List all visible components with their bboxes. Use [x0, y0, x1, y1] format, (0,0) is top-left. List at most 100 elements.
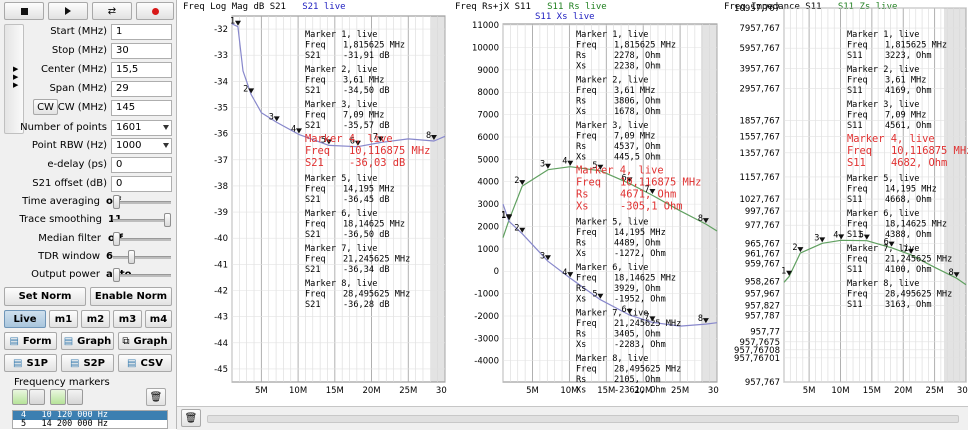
graph-copy-button[interactable]: ⧉ Graph — [118, 332, 172, 350]
s11-impedance-chart[interactable]: 5M 10M 15M 20M 25M 30M 10957,767 7957,767 5957,7… — [720, 0, 968, 406]
marker-readout-key: S11 — [847, 300, 863, 310]
marker-readout-key: S11 — [847, 265, 863, 275]
y-tick-label: 1027,767 — [739, 195, 780, 205]
s21-offset-input[interactable]: 0 — [111, 176, 172, 192]
export-s1p-button[interactable]: ▤ S1P — [4, 354, 57, 372]
y-tick-label: 0 — [494, 267, 499, 277]
bottom-delete-button[interactable]: 🗑 — [181, 409, 201, 427]
continuous-sweep-button[interactable]: ⇄ — [92, 2, 132, 20]
mode-m3-button[interactable]: m3 — [113, 310, 142, 328]
points-select[interactable]: 1601 — [111, 120, 172, 136]
start-freq-input[interactable]: 1 — [111, 24, 172, 40]
x-tick-label: 20M — [362, 386, 380, 396]
sidebar-collapse-handle[interactable]: ▶ ▶ ▶ — [4, 24, 24, 134]
mode-live-button[interactable]: Live — [4, 310, 46, 328]
rbw-label: Point RBW (Hz) — [31, 140, 107, 151]
x-tick-label: 30M — [708, 386, 719, 396]
marker-2 — [248, 88, 255, 94]
output-power-thumb[interactable] — [113, 268, 120, 282]
marker-readout-value: 3,61 MHz — [343, 76, 384, 86]
single-sweep-button[interactable] — [48, 2, 88, 20]
marker-toggle-4[interactable] — [67, 389, 83, 405]
median-filter-slider[interactable] — [113, 238, 171, 241]
x-tick-label: 15M — [597, 386, 615, 396]
time-averaging-thumb[interactable] — [113, 195, 120, 209]
marker-label-5: 5 — [592, 290, 597, 300]
marker-readout-key: S21 — [305, 86, 321, 96]
horizontal-scrollbar[interactable] — [207, 415, 959, 423]
enable-norm-button[interactable]: Enable Norm — [90, 287, 172, 306]
trace-smoothing-thumb[interactable] — [164, 213, 171, 227]
record-icon — [151, 7, 159, 15]
time-averaging-slider[interactable] — [113, 201, 171, 204]
y-tick-label: 3957,767 — [739, 64, 780, 74]
record-button[interactable] — [136, 2, 174, 20]
y-tick-label: -4000 — [474, 357, 499, 367]
marker-toggle-2[interactable] — [29, 389, 45, 405]
delete-marker-button[interactable]: 🗑 — [146, 388, 166, 406]
marker-readout-key: Freq — [305, 111, 326, 121]
y-tick-label: -43 — [214, 313, 228, 323]
tdr-window-thumb[interactable] — [128, 250, 136, 264]
set-norm-button[interactable]: Set Norm — [4, 287, 86, 306]
trace-smoothing-slider[interactable] — [113, 219, 171, 222]
marker-readout-key: Rs — [576, 330, 586, 340]
output-power-slider[interactable] — [113, 274, 171, 277]
cw-button[interactable]: CW — [33, 99, 58, 115]
marker-readout-value: 4668, Ohm — [885, 195, 932, 205]
center-freq-input[interactable]: 15,5 — [111, 62, 172, 78]
marker-readout-value: 4169, Ohm — [885, 86, 932, 96]
form-button[interactable]: ▤ Form — [4, 332, 57, 350]
frequency-markers-title: Frequency markers — [14, 377, 110, 388]
cw-freq-input[interactable]: 145 — [111, 100, 172, 116]
stop-label: Stop (MHz) — [51, 45, 107, 56]
y-tick-label: 10957,767 — [734, 4, 780, 14]
marker-readout-value: 4561, Ohm — [885, 121, 932, 131]
output-power-label: Output power — [31, 269, 100, 280]
marker-readout-key: Freq — [847, 41, 868, 51]
mode-m4-button[interactable]: m4 — [145, 310, 172, 328]
x-tick-label: 10M — [831, 386, 849, 396]
graph-icon: ▤ — [63, 335, 74, 347]
tdr-window-slider[interactable] — [113, 256, 171, 259]
marker-readout-value: 4489, Ohm — [614, 239, 661, 249]
graph-button[interactable]: ▤ Graph — [61, 332, 114, 350]
swap-icon: ⇄ — [107, 5, 117, 17]
marker-label-4: 4 — [562, 157, 567, 167]
span-freq-input[interactable]: 29 — [111, 81, 172, 97]
marker-readout-title: Marker 8, live — [847, 279, 919, 289]
trash-icon: 🗑 — [149, 391, 163, 403]
edelay-input[interactable]: 0 — [111, 157, 172, 173]
marker-readout-title: Marker 3, live — [847, 100, 919, 110]
stop-freq-input[interactable]: 30 — [111, 43, 172, 59]
median-filter-thumb[interactable] — [113, 232, 120, 246]
marker-readout-value: 21,245625 MHz — [343, 255, 410, 265]
file-icon: ▤ — [13, 357, 23, 369]
mode-m1-button[interactable]: m1 — [49, 310, 78, 328]
csv-label: CSV — [140, 357, 163, 369]
marker-readout-value: 4388, Ohm — [885, 230, 932, 240]
export-s2p-button[interactable]: ▤ S2P — [61, 354, 114, 372]
marker-readout-key: Freq — [576, 177, 601, 189]
marker-readout-value: 7,09 MHz — [885, 111, 926, 121]
marker-toggle-3[interactable] — [50, 389, 66, 405]
marker-toggle-1[interactable] — [12, 389, 28, 405]
marker-readout-key: Xs — [576, 153, 586, 163]
x-tick-label: 30M — [436, 386, 447, 396]
marker-list[interactable]: 4 10 120 000 Hz 5 14 200 000 Hz — [12, 410, 168, 429]
y-tick-label: 1857,767 — [739, 117, 780, 127]
export-csv-button[interactable]: ▤ CSV — [118, 354, 172, 372]
s21-logmag-chart[interactable]: 5M 10M 15M 20M 25M 30M -32 -33 -34 -35 -36 -37 -38 -3… — [177, 0, 447, 406]
mode-m2-button[interactable]: m2 — [81, 310, 110, 328]
stop-sweep-button[interactable] — [4, 2, 44, 20]
marker-list-item[interactable]: 5 14 200 000 Hz — [13, 420, 167, 429]
s11-rs-xs-chart[interactable]: 5M10M15M20M25M30M11000100009000800070006… — [449, 0, 719, 406]
rbw-select[interactable]: 1000 — [111, 138, 172, 154]
y-tick-label: 6000 — [477, 133, 499, 143]
marker-readout-value: -34,50 dB — [343, 86, 390, 96]
y-tick-label: -34 — [214, 77, 228, 87]
y-tick-label: 958,267 — [745, 277, 780, 287]
marker-readout-key: Rs — [576, 97, 586, 107]
marker-label-2: 2 — [514, 224, 519, 234]
y-tick-label: -42 — [214, 287, 228, 297]
